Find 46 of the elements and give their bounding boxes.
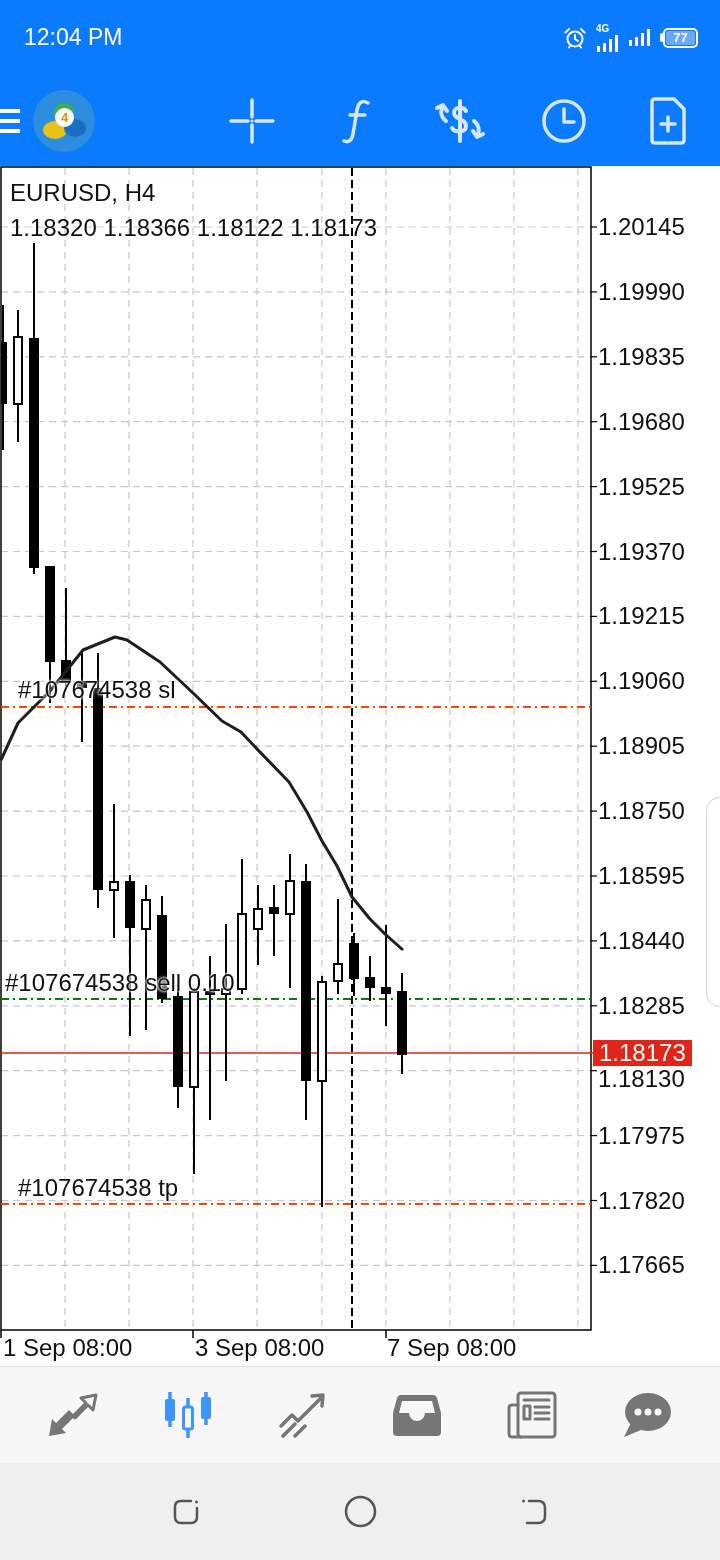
battery-percent: 77 [673,31,688,44]
signal-bars-icon [596,34,618,52]
price-axis-label: 1.18905 [598,734,685,759]
price-axis-label: 1.17820 [598,1188,685,1213]
candle [349,932,359,997]
price-axis-label: 1.19525 [598,474,685,499]
price-axis-label: 1.18285 [598,993,685,1018]
alarm-clock-icon [564,26,586,49]
ohlc-values: 1.18320 1.18366 1.18122 1.18173 [10,216,378,240]
menu-icon [0,108,20,133]
time-axis-label: 3 Sep 08:00 [195,1336,325,1360]
chat-bubble-icon [621,1392,672,1438]
side-panel-handle[interactable] [706,797,720,1007]
inbox-tray-icon [393,1393,442,1437]
price-axis-label: 1.18130 [598,1067,685,1091]
price-axis-label: 1.19680 [598,409,685,434]
double-arrow-icon [47,1392,100,1438]
network-type: 4G [596,23,610,34]
status-time: 12:04 PM [24,26,123,49]
newspaper-icon [507,1391,557,1439]
crosshair-icon [229,97,275,144]
candle [365,955,375,1002]
app-logo-icon [33,89,95,152]
price-axis-label: 1.19060 [598,669,685,694]
price-axis-label: 1.19215 [598,604,685,629]
chart-symbol-title: EURUSD, H4 [10,181,156,205]
price-axis-label: 1.18440 [598,928,685,953]
function-icon [342,97,370,144]
time-axis-label: 1 Sep 08:00 [3,1336,133,1360]
price-axis-label: 1.17665 [598,1253,685,1278]
price-axis-label: 1.19370 [598,539,685,564]
candlesticks-icon [163,1391,213,1439]
price-axis-label: 1.18750 [598,799,685,824]
price-axis-label: 1.19990 [598,279,685,304]
current-price-badge: 1.18173 [593,1040,692,1066]
price-axis-label: 1.19835 [598,344,685,369]
trend-arrow-icon [277,1392,328,1438]
signal-bars-icon [628,29,650,46]
clock-icon [541,97,587,144]
new-document-icon [650,96,686,145]
time-axis-label: 7 Sep 08:00 [387,1336,517,1360]
order-label: #107674538 tp [18,1176,179,1200]
price-axis-label: 1.18595 [598,864,685,888]
price-axis-label: 1.17975 [598,1123,685,1148]
home-icon [343,1495,377,1528]
price-axis-label: 1.20145 [598,215,685,239]
